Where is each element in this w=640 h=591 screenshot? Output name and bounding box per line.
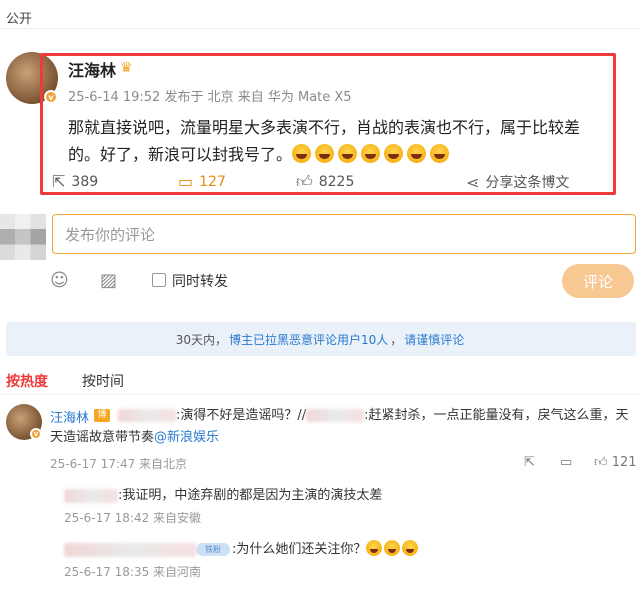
notice-prefix: 30天内， bbox=[175, 332, 227, 347]
comment-like-button[interactable]: 👍︎ 121 bbox=[594, 455, 637, 470]
tab-hot[interactable]: 按热度 bbox=[6, 371, 48, 391]
post-body: 那就直接说吧，流量明星大多表演不行，肖战的表演也不行，属于比较差的。好了，新浪可… bbox=[68, 114, 608, 168]
share-label: 分享这条博文 bbox=[485, 175, 570, 191]
emoji-icon[interactable]: ☺ bbox=[50, 270, 69, 291]
reply-text-part: :为什么她们还关注你？ bbox=[232, 542, 367, 557]
fan-level-badge: 铁粉 bbox=[196, 543, 230, 556]
post-meta: 25-6-14 19:52 发布于 北京 来自 华为 Mate X5 bbox=[68, 90, 352, 105]
comment-share-icon[interactable]: ⇱ bbox=[524, 455, 535, 470]
laugh-cry-emoji-icon bbox=[338, 144, 358, 163]
comment-input[interactable]: 发布你的评论 bbox=[52, 214, 636, 254]
tab-time[interactable]: 按时间 bbox=[82, 371, 124, 391]
repost-button[interactable]: ⇱ 389 bbox=[52, 172, 98, 191]
reply-meta: 25-6-17 18:42 来自安徽 bbox=[64, 511, 202, 525]
comment-count: 127 bbox=[199, 173, 226, 190]
laugh-cry-emoji-icon bbox=[366, 540, 383, 556]
comment-icon: ▭ bbox=[178, 172, 194, 191]
author-badge: 博主 bbox=[94, 409, 110, 433]
notice-separator: ， bbox=[390, 332, 403, 347]
comment-button[interactable]: ▭ 127 bbox=[178, 172, 226, 191]
emoji-group bbox=[292, 144, 453, 164]
comment-meta: 25-6-17 17:47 来自北京 bbox=[50, 457, 188, 471]
reply-text: :我证明，中途弃剧的都是因为主演的演技太差 bbox=[64, 484, 382, 503]
image-icon[interactable]: ▨ bbox=[100, 270, 117, 291]
redacted-username bbox=[64, 488, 118, 503]
verified-badge-icon: v bbox=[30, 428, 42, 440]
notice-link-caution[interactable]: 请谨慎评论 bbox=[404, 331, 464, 348]
comment-text: :演得不好是造谣吗？//:赶紧封杀，一点正能量没有，戾气这么重，天天造谣故意带节… bbox=[50, 405, 635, 449]
redacted-username bbox=[118, 409, 176, 422]
post-author[interactable]: 汪海林 bbox=[68, 57, 116, 81]
crown-icon: ♛ bbox=[120, 60, 133, 76]
reply-text-part: :我证明，中途弃剧的都是因为主演的演技太差 bbox=[118, 488, 383, 503]
submit-comment-button[interactable]: 评论 bbox=[562, 264, 634, 298]
mention-link[interactable]: @新浪娱乐 bbox=[154, 430, 219, 445]
laugh-cry-emoji-icon bbox=[384, 540, 401, 556]
divider bbox=[0, 28, 640, 29]
like-icon: 👍︎ bbox=[594, 455, 608, 470]
laugh-cry-emoji-icon bbox=[315, 144, 335, 163]
laugh-cry-emoji-icon bbox=[384, 144, 404, 163]
moderation-notice: 30天内， 博主已拉黑恶意评论用户10人 ， 请谨慎评论 bbox=[6, 322, 636, 356]
comment-reply-icon[interactable]: ▭ bbox=[560, 455, 572, 470]
repost-count: 389 bbox=[71, 173, 99, 190]
reply-text: 铁粉:为什么她们还关注你？ bbox=[64, 538, 420, 557]
visibility-label: 公开 bbox=[6, 12, 33, 27]
comment-text-part: :演得不好是造谣吗？// bbox=[176, 408, 307, 423]
repost-icon: ⇱ bbox=[52, 172, 66, 191]
laugh-cry-emoji-icon bbox=[407, 144, 427, 163]
emoji-group bbox=[366, 540, 420, 557]
forward-checkbox[interactable] bbox=[152, 273, 166, 287]
divider bbox=[0, 394, 640, 395]
reply-meta: 25-6-17 18:35 来自河南 bbox=[64, 565, 202, 579]
laugh-cry-emoji-icon bbox=[292, 144, 312, 163]
notice-link-blocked[interactable]: 博主已拉黑恶意评论用户10人 bbox=[229, 331, 388, 348]
redacted-username bbox=[64, 542, 196, 557]
like-icon: 👍︎ bbox=[296, 172, 313, 191]
laugh-cry-emoji-icon bbox=[402, 540, 419, 556]
like-button[interactable]: 👍︎ 8225 bbox=[296, 172, 354, 192]
laugh-cry-emoji-icon bbox=[430, 144, 450, 163]
share-button[interactable]: ⋖ 分享这条博文 bbox=[466, 172, 569, 192]
comment-author[interactable]: 汪海林 bbox=[50, 407, 89, 426]
like-count: 8225 bbox=[318, 174, 355, 190]
redacted-username bbox=[306, 409, 365, 422]
user-avatar-overlay bbox=[0, 214, 46, 260]
laugh-cry-emoji-icon bbox=[361, 144, 381, 163]
comment-like-count: 121 bbox=[611, 455, 637, 470]
forward-label: 同时转发 bbox=[172, 274, 228, 290]
share-icon: ⋖ bbox=[466, 172, 480, 192]
